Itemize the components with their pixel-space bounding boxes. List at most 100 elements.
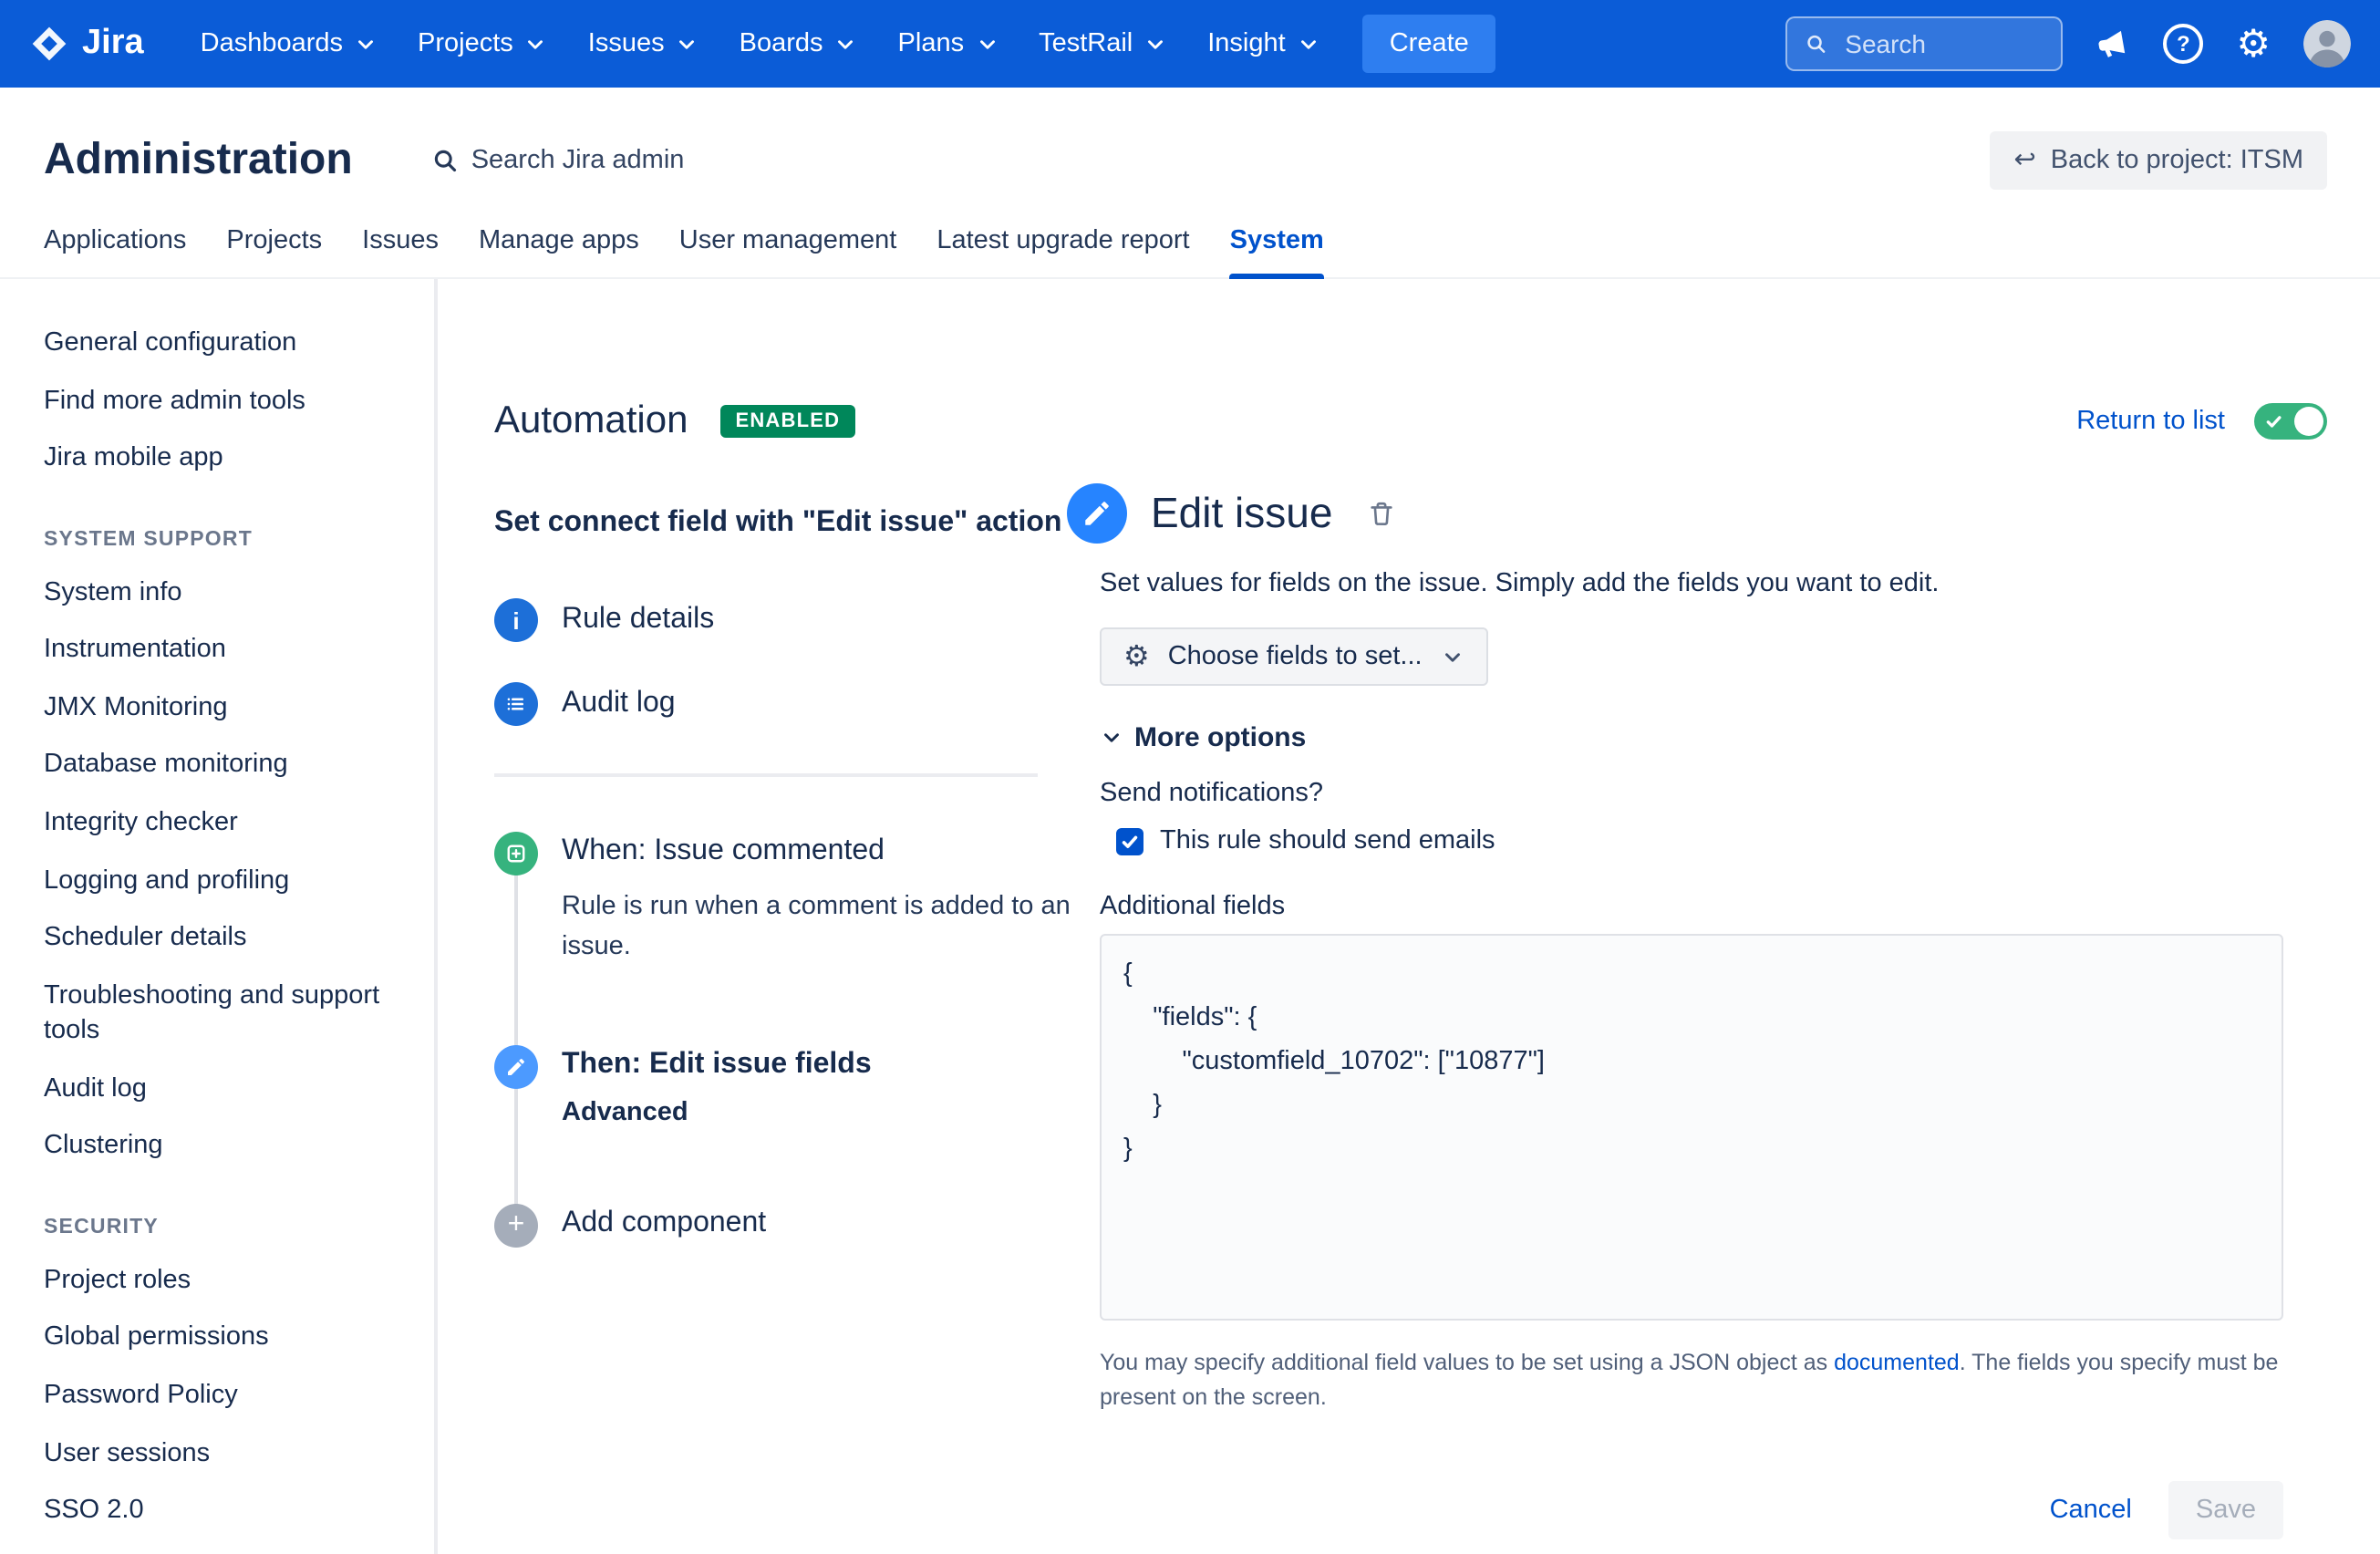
- send-emails-checkbox-row[interactable]: This rule should send emails: [1116, 826, 2283, 855]
- jira-home-link[interactable]: Jira: [29, 24, 144, 64]
- sidebar-item-sso[interactable]: SSO 2.0: [44, 1483, 416, 1540]
- rule-details-label: Rule details: [562, 604, 714, 637]
- nav-item-insight[interactable]: Insight: [1187, 0, 1340, 88]
- nav-item-label: Plans: [898, 29, 965, 58]
- tab-projects[interactable]: Projects: [226, 226, 322, 277]
- sidebar-item-scheduler-details[interactable]: Scheduler details: [44, 910, 416, 968]
- sidebar-item-system-info[interactable]: System info: [44, 565, 416, 622]
- chevron-down-icon: [834, 32, 858, 56]
- rule-name: Set connect field with "Edit issue" acti…: [494, 502, 1096, 544]
- jira-logo-icon: [29, 24, 69, 64]
- nav-item-dashboards[interactable]: Dashboards: [181, 0, 398, 88]
- tab-manage-apps[interactable]: Manage apps: [479, 226, 639, 277]
- tab-user-management[interactable]: User management: [679, 226, 897, 277]
- return-to-list-link[interactable]: Return to list: [2076, 407, 2225, 436]
- sidebar-item-password-policy[interactable]: Password Policy: [44, 1368, 416, 1425]
- audit-log-label: Audit log: [562, 688, 676, 720]
- sidebar-item-user-sessions[interactable]: User sessions: [44, 1425, 416, 1483]
- nav-item-issues[interactable]: Issues: [568, 0, 719, 88]
- additional-fields-help-text: You may specify additional field values …: [1100, 1346, 2283, 1414]
- comment-trigger-icon: [494, 832, 538, 875]
- more-options-label: More options: [1134, 722, 1306, 753]
- sidebar-item-clustering[interactable]: Clustering: [44, 1119, 416, 1176]
- global-search[interactable]: [1785, 16, 2063, 71]
- additional-fields-json-textarea[interactable]: { "fields": { "customfield_10702": ["108…: [1100, 934, 2283, 1321]
- top-navigation: Jira Dashboards Projects Issues Boards P…: [0, 0, 2380, 88]
- nav-item-projects[interactable]: Projects: [398, 0, 568, 88]
- search-input[interactable]: [1841, 27, 2043, 60]
- tab-latest-upgrade-report[interactable]: Latest upgrade report: [936, 226, 1189, 277]
- nav-item-label: TestRail: [1039, 29, 1133, 58]
- sidebar-item-jira-mobile-app[interactable]: Jira mobile app: [44, 430, 416, 488]
- chevron-down-icon: [676, 32, 699, 56]
- search-jira-admin-link[interactable]: Search Jira admin: [433, 146, 685, 175]
- edit-issue-panel: Edit issue Set values for fields on the …: [1067, 483, 2283, 1538]
- nav-item-label: Insight: [1207, 29, 1285, 58]
- sidebar-item-troubleshooting[interactable]: Troubleshooting and support tools: [44, 968, 416, 1061]
- add-component-label: Add component: [562, 1204, 766, 1245]
- chevron-down-icon: [1100, 726, 1123, 750]
- rule-nav: i Rule details Audit log: [494, 598, 1038, 726]
- when-description: Rule is run when a comment is added to a…: [562, 886, 1109, 968]
- send-emails-checkbox[interactable]: [1116, 827, 1143, 855]
- rule-timeline: When: Issue commented Rule is run when a…: [494, 832, 1038, 1247]
- megaphone-icon[interactable]: [2093, 24, 2133, 64]
- sidebar-item-jmx-monitoring[interactable]: JMX Monitoring: [44, 680, 416, 738]
- chevron-down-icon: [975, 32, 999, 56]
- edit-issue-header: Edit issue: [1067, 483, 2283, 544]
- sidebar-item-general-configuration[interactable]: General configuration: [44, 316, 416, 373]
- trash-icon: [1367, 500, 1394, 527]
- choose-fields-label: Choose fields to set...: [1168, 642, 1423, 671]
- automation-title: Automation: [494, 399, 688, 443]
- timeline-then-item[interactable]: Then: Edit issue fields Advanced: [494, 1044, 1038, 1127]
- documented-link[interactable]: documented: [1834, 1350, 1960, 1375]
- tab-system[interactable]: System: [1230, 226, 1324, 277]
- user-avatar[interactable]: [2303, 20, 2351, 67]
- nav-item-label: Issues: [588, 29, 665, 58]
- fields-gear-icon: ⚙: [1123, 642, 1150, 671]
- system-sidebar: General configuration Find more admin to…: [0, 279, 438, 1554]
- help-text-before: You may specify additional field values …: [1100, 1350, 1834, 1375]
- save-button[interactable]: Save: [2168, 1480, 2283, 1538]
- admin-tab-bar: Applications Projects Issues Manage apps…: [0, 226, 2380, 279]
- tab-issues[interactable]: Issues: [362, 226, 439, 277]
- add-component-item[interactable]: + Add component: [494, 1204, 1038, 1248]
- settings-gear-icon[interactable]: ⚙: [2236, 25, 2271, 63]
- sidebar-item-logging-and-profiling[interactable]: Logging and profiling: [44, 853, 416, 910]
- edit-issue-body: Set values for fields on the issue. Simp…: [1100, 569, 2283, 1538]
- main-content: Automation ENABLED Return to list Set co…: [438, 279, 2380, 1554]
- sidebar-item-instrumentation[interactable]: Instrumentation: [44, 623, 416, 680]
- nav-item-label: Dashboards: [201, 29, 343, 58]
- sidebar-section-system-support: SYSTEM SUPPORT: [44, 528, 416, 550]
- chevron-down-icon: [354, 32, 378, 56]
- nav-item-plans[interactable]: Plans: [878, 0, 1019, 88]
- sidebar-item-audit-log[interactable]: Audit log: [44, 1062, 416, 1119]
- create-button[interactable]: Create: [1362, 15, 1496, 73]
- send-notifications-label: Send notifications?: [1100, 779, 2283, 808]
- sidebar-item-global-permissions[interactable]: Global permissions: [44, 1311, 416, 1368]
- choose-fields-dropdown[interactable]: ⚙ Choose fields to set...: [1100, 627, 1488, 686]
- nav-item-label: Boards: [740, 29, 823, 58]
- cancel-button[interactable]: Cancel: [2050, 1495, 2132, 1524]
- rule-editor-columns: Set connect field with "Edit issue" acti…: [494, 483, 2327, 1538]
- delete-action-button[interactable]: [1367, 500, 1394, 527]
- back-to-project-button[interactable]: ↩ Back to project: ITSM: [1990, 131, 2327, 190]
- edit-issue-title: Edit issue: [1151, 489, 1332, 538]
- audit-log-link[interactable]: Audit log: [494, 682, 1038, 726]
- rule-enabled-toggle[interactable]: [2254, 403, 2327, 440]
- timeline-when-item[interactable]: When: Issue commented Rule is run when a…: [494, 832, 1038, 968]
- sidebar-item-personal-access-tokens[interactable]: Administering personal access tokens: [44, 1540, 416, 1554]
- then-title: Then: Edit issue fields: [562, 1044, 872, 1085]
- sidebar-item-integrity-checker[interactable]: Integrity checker: [44, 795, 416, 853]
- nav-item-boards[interactable]: Boards: [719, 0, 878, 88]
- nav-item-testrail[interactable]: TestRail: [1019, 0, 1187, 88]
- sidebar-item-database-monitoring[interactable]: Database monitoring: [44, 738, 416, 795]
- tab-applications[interactable]: Applications: [44, 226, 186, 277]
- sidebar-item-project-roles[interactable]: Project roles: [44, 1253, 416, 1311]
- nav-right-cluster: ? ⚙: [1785, 16, 2351, 71]
- rule-details-link[interactable]: i Rule details: [494, 598, 1038, 642]
- sidebar-section-security: SECURITY: [44, 1217, 416, 1238]
- more-options-toggle[interactable]: More options: [1100, 722, 2283, 753]
- sidebar-item-find-more-admin-tools[interactable]: Find more admin tools: [44, 373, 416, 430]
- help-icon[interactable]: ?: [2163, 24, 2203, 64]
